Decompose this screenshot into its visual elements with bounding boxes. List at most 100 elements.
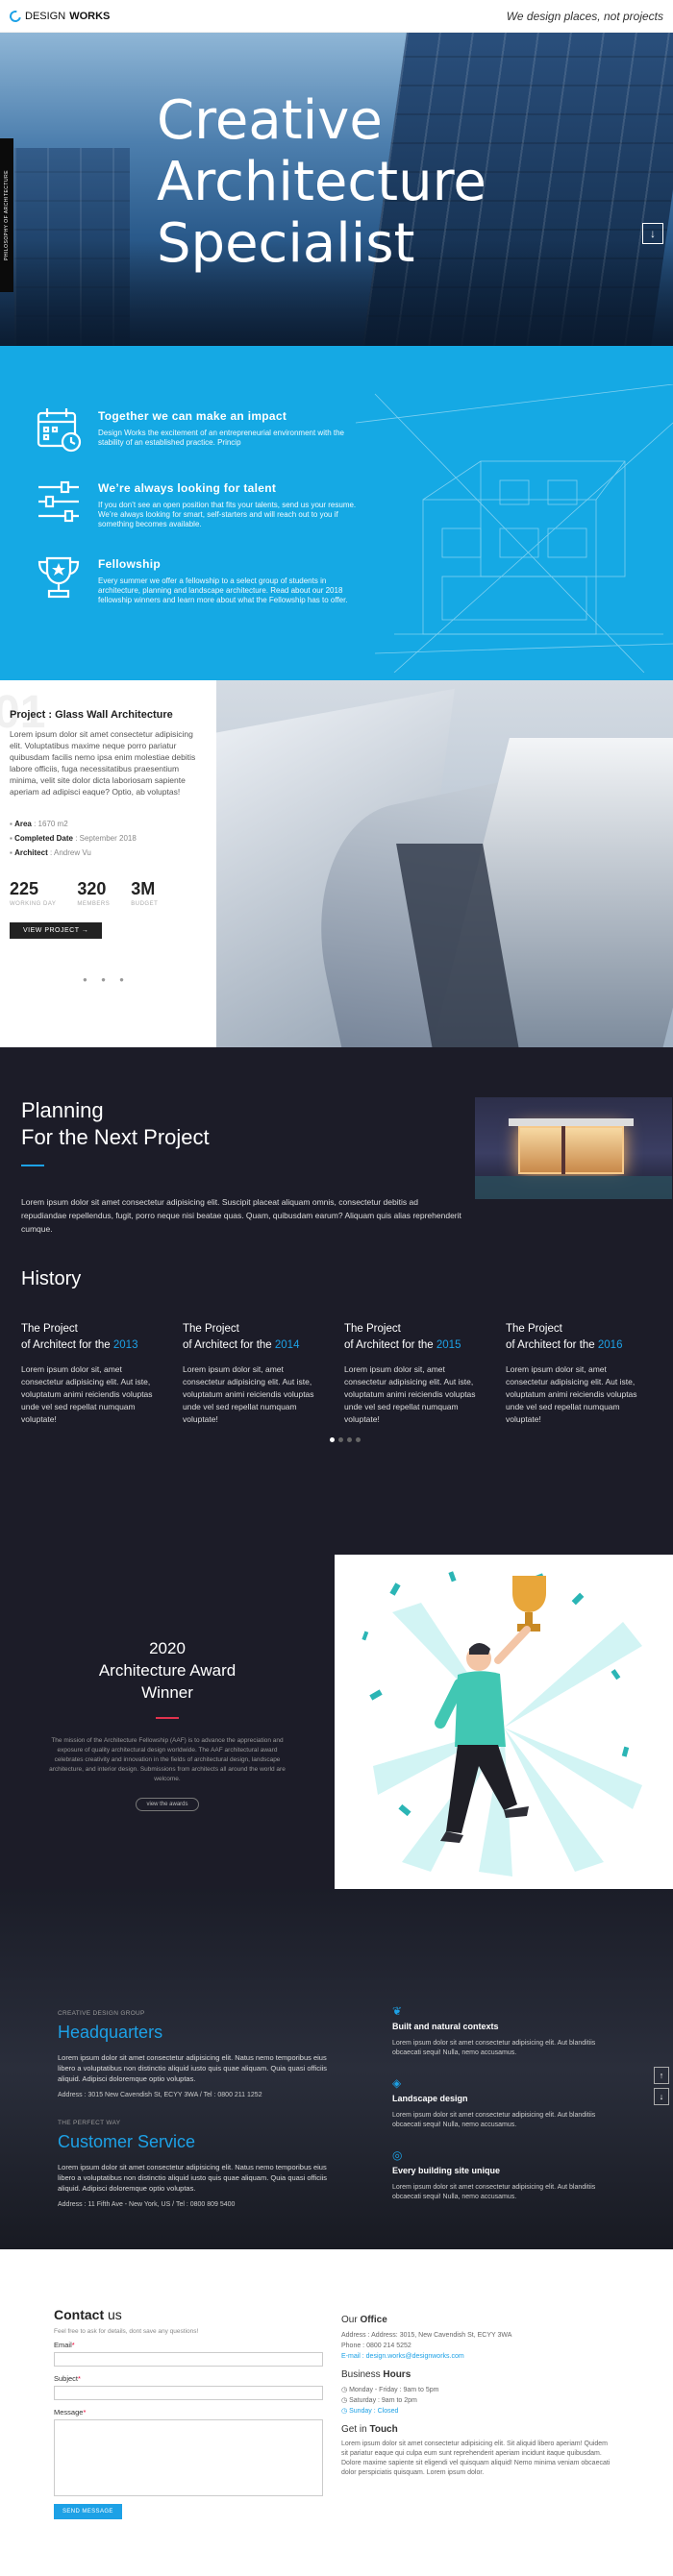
message-field[interactable] <box>54 2419 323 2496</box>
headquarters-kicker: CREATIVE DESIGN GROUP <box>58 2010 145 2017</box>
hero-title-line-2: Architecture <box>157 151 486 213</box>
headquarters-address: Address : 3015 New Cavendish St, ECYY 3W… <box>58 2092 262 2098</box>
planning-title: Planning For the Next Project <box>21 1098 210 1149</box>
customer-service-block: THE PERFECT WAY Customer Service Lorem i… <box>58 2120 346 2208</box>
feature-title: We’re always looking for talent <box>98 481 277 495</box>
slider-down-button[interactable]: ↓ <box>654 2088 669 2105</box>
project-description: Lorem ipsum dolor sit amet consectetur a… <box>10 729 196 797</box>
customer-service-text: Lorem ipsum dolor sit amet consectetur a… <box>58 2163 328 2193</box>
award-illustration <box>335 1555 673 1889</box>
planning-accent-bar <box>21 1165 44 1166</box>
hq-feature-item: ❦ Built and natural contexts Lorem ipsum… <box>392 2004 613 2058</box>
features-section: Together we can make an impact Design Wo… <box>0 346 673 680</box>
page: DESIGN WORKS We design places, not projec… <box>0 0 673 2576</box>
history-item-text: Lorem ipsum dolor sit, amet consectetur … <box>183 1364 314 1424</box>
office-phone: Phone : 0800 214 5252 <box>341 2343 411 2349</box>
award-text-block: 2020 Architecture Award Winner The missi… <box>0 1555 335 1889</box>
history-item: The Project of Architect for the 2016 Lo… <box>506 1321 650 1426</box>
project-title: Project : Glass Wall Architecture <box>10 709 173 721</box>
hero-title-line-1: Creative <box>157 89 383 152</box>
cube-icon: ◈ <box>392 2076 402 2090</box>
calendar-icon <box>37 408 82 453</box>
history-item: The Project of Architect for the 2014 Lo… <box>183 1321 327 1426</box>
hq-feature-item: ◎ Every building site unique Lorem ipsum… <box>392 2148 613 2202</box>
headquarters-title: Headquarters <box>58 2023 163 2042</box>
feature-title: Together we can make an impact <box>98 409 287 423</box>
contact-subtitle: Feel free to ask for details, dont save … <box>54 2328 199 2335</box>
hero-section: PHILOSOPHY OF ARCHITECTURE Creative Arch… <box>0 33 673 346</box>
award-title: 2020 Architecture Award Winner <box>98 1639 237 1702</box>
logo-text-works: WORKS <box>69 10 111 22</box>
project-details: 01 Project : Glass Wall Architecture Lor… <box>0 680 216 1047</box>
logo-text-design: DESIGN <box>25 10 66 22</box>
hq-slider-nav: ↑ ↓ <box>654 2067 669 2105</box>
feature-text: If you don’t see an open position that f… <box>98 501 357 528</box>
history-item-text: Lorem ipsum dolor sit, amet consectetur … <box>21 1364 153 1424</box>
history-item-title: The Project of Architect for the 2015 <box>344 1323 461 1351</box>
subject-label: Subject* <box>54 2374 81 2383</box>
project-completed: ▪ Completed Date : September 2018 <box>10 834 137 843</box>
headquarters-text: Lorem ipsum dolor sit amet consectetur a… <box>58 2053 328 2083</box>
trophy-winner-illustration <box>361 1571 642 1877</box>
hq-feature-item: ◈ Landscape design Lorem ipsum dolor sit… <box>392 2076 613 2130</box>
history-item-title: The Project of Architect for the 2014 <box>183 1323 300 1351</box>
project-architect: ▪ Architect : Andrew Vu <box>10 848 91 857</box>
hours-title: Business Hours <box>341 2369 411 2380</box>
feature-item: Fellowship Every summer we offer a fello… <box>35 553 361 605</box>
hero-side-label: PHILOSOPHY OF ARCHITECTURE <box>0 138 13 292</box>
project-image <box>216 680 673 1047</box>
send-message-button[interactable]: SEND MESSAGE <box>54 2504 122 2519</box>
stat-working-day: 225 WORKING DAY <box>10 879 57 907</box>
history-item-text: Lorem ipsum dolor sit, amet consectetur … <box>344 1364 476 1424</box>
pager-dot[interactable] <box>356 1437 361 1442</box>
contact-section: Contact us Feel free to ask for details,… <box>0 2249 673 2576</box>
award-section: 2020 Architecture Award Winner The missi… <box>0 1555 673 1889</box>
view-project-button[interactable]: VIEW PROJECT → <box>10 922 103 939</box>
project-section: 01 Project : Glass Wall Architecture Lor… <box>0 680 673 1047</box>
dark-section: Planning For the Next Project Lorem ipsu… <box>0 1047 673 1555</box>
pager-dot[interactable] <box>338 1437 343 1442</box>
history-title: History <box>21 1268 82 1289</box>
hero-title: Creative Architecture Specialist <box>157 90 486 275</box>
office-address: Address : Address: 3015, New Cavendish S… <box>341 2332 512 2339</box>
feature-item: We’re always looking for talent If you d… <box>35 478 361 529</box>
contact-form: Contact us Feel free to ask for details,… <box>54 2307 323 2519</box>
history-item: The Project of Architect for the 2015 Lo… <box>344 1321 488 1426</box>
view-awards-button[interactable]: view the awards <box>136 1798 199 1811</box>
planning-text: Lorem ipsum dolor sit amet consectetur a… <box>21 1197 461 1234</box>
house-photo <box>475 1097 672 1199</box>
award-text: The mission of the Architecture Fellowsh… <box>49 1737 286 1782</box>
stat-budget: 3M BUDGET <box>131 879 159 907</box>
top-bar: DESIGN WORKS We design places, not projec… <box>0 0 673 33</box>
history-item-title: The Project of Architect for the 2016 <box>506 1323 623 1351</box>
contact-title: Contact us <box>54 2307 122 2322</box>
target-icon: ◎ <box>392 2148 403 2162</box>
customer-service-address: Address : 11 Fifth Ave - New York, US / … <box>58 2201 236 2208</box>
hours-sunday: ◷ Sunday : Closed <box>341 2408 399 2415</box>
hours-saturday: ◷ Saturday : 9am to 2pm <box>341 2397 417 2404</box>
building-sketch-illustration <box>356 384 673 673</box>
pager-dot[interactable] <box>330 1437 335 1442</box>
sliders-icon <box>38 480 79 523</box>
hero-title-line-3: Specialist <box>157 212 415 275</box>
project-area: ▪ Area : 1670 m2 <box>10 820 68 828</box>
pager-dot[interactable] <box>347 1437 352 1442</box>
office-email-link[interactable]: E-mail : design.works@designworks.com <box>341 2351 611 2362</box>
scroll-down-button[interactable]: ↓ <box>642 223 663 244</box>
message-label: Message* <box>54 2408 87 2417</box>
logo[interactable]: DESIGN WORKS <box>7 8 111 24</box>
feature-text: Design Works the excitement of an entrep… <box>98 429 344 447</box>
slider-up-button[interactable]: ↑ <box>654 2067 669 2084</box>
project-meta: ▪ Area : 1670 m2 ▪ Completed Date : Sept… <box>10 817 203 860</box>
tagline: We design places, not projects <box>506 9 663 23</box>
project-pager-dots[interactable]: ● ● ● <box>10 975 203 984</box>
project-stats: 225 WORKING DAY 320 MEMBERS 3M BUDGET <box>10 879 203 907</box>
customer-service-title: Customer Service <box>58 2132 196 2151</box>
history-pager-dots[interactable] <box>330 1437 361 1442</box>
email-field[interactable] <box>54 2352 323 2367</box>
subject-field[interactable] <box>54 2386 323 2400</box>
contact-info: Our Office Address : Address: 3015, New … <box>341 2315 611 2478</box>
history-item: The Project of Architect for the 2013 Lo… <box>21 1321 165 1426</box>
feature-title: Fellowship <box>98 557 162 571</box>
headquarters-block: CREATIVE DESIGN GROUP Headquarters Lorem… <box>58 2010 346 2098</box>
